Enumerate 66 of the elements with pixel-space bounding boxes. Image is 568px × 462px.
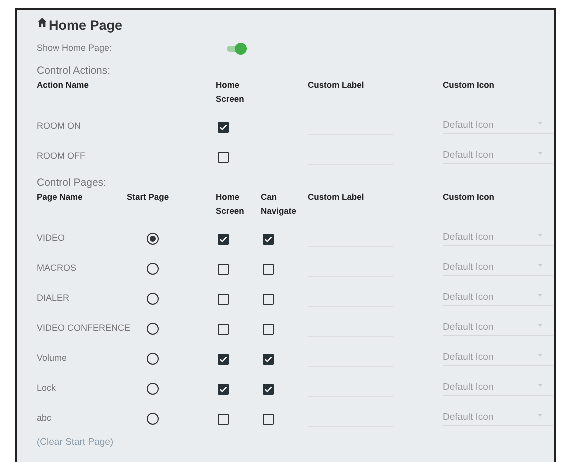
checkbox[interactable]: [263, 324, 274, 334]
clear-start-page-link[interactable]: (Clear Start Page): [37, 436, 114, 450]
row-label: DIALER: [37, 292, 71, 306]
checkbox[interactable]: [218, 414, 229, 424]
checked-checkbox[interactable]: [263, 234, 274, 244]
column-header: Home Screen: [216, 79, 246, 106]
checkbox[interactable]: [263, 264, 274, 274]
row-label: ROOM OFF: [37, 150, 86, 164]
caret-icon: [538, 324, 543, 327]
caret-icon: [538, 152, 543, 155]
radio-button[interactable]: [147, 263, 159, 275]
column-header: Start Page: [127, 191, 170, 204]
caret-icon: [538, 294, 543, 297]
checkbox[interactable]: [263, 414, 274, 424]
checked-checkbox[interactable]: [218, 122, 229, 132]
toggle-switch[interactable]: [227, 43, 247, 55]
column-header: Custom Label: [308, 79, 366, 92]
column-header: Page Name: [37, 191, 84, 204]
checkbox[interactable]: [218, 264, 229, 274]
row-label: MACROS: [37, 262, 78, 276]
column-header: Home Screen: [216, 191, 246, 218]
checkbox[interactable]: [218, 152, 229, 162]
row-label: Volume: [37, 352, 68, 366]
column-header: Custom Icon: [443, 79, 496, 92]
custom-icon-dropdown[interactable]: Default Icon: [443, 112, 553, 134]
row-label: VIDEO: [37, 232, 66, 246]
column-header: Can Navigate: [261, 191, 298, 218]
custom-icon-dropdown[interactable]: Default Icon: [443, 404, 553, 426]
row-label: ROOM ON: [37, 120, 82, 134]
section-heading: Control Actions:: [37, 65, 112, 78]
selected-radio-button[interactable]: [147, 233, 159, 245]
home-icon: [37, 17, 48, 27]
radio-button[interactable]: [147, 413, 159, 425]
radio-button[interactable]: [147, 383, 159, 395]
checked-checkbox[interactable]: [263, 384, 274, 394]
custom-icon-dropdown[interactable]: Default Icon: [443, 344, 553, 366]
caret-icon: [538, 384, 543, 387]
checkbox[interactable]: [218, 324, 229, 334]
toggle-label: Show Home Page:: [37, 42, 114, 56]
column-header: Action Name: [37, 79, 90, 92]
checked-checkbox[interactable]: [218, 354, 229, 364]
page-title: Home Page: [49, 18, 123, 32]
checkbox[interactable]: [263, 294, 274, 304]
radio-button[interactable]: [147, 293, 159, 305]
radio-button[interactable]: [147, 323, 159, 335]
section-heading: Control Pages:: [37, 177, 108, 190]
checked-checkbox[interactable]: [218, 234, 229, 244]
caret-icon: [538, 234, 543, 237]
radio-button[interactable]: [147, 353, 159, 365]
caret-icon: [538, 264, 543, 267]
column-header: Custom Icon: [443, 191, 496, 204]
caret-icon: [538, 354, 543, 357]
custom-icon-dropdown[interactable]: Default Icon: [443, 374, 553, 396]
caret-icon: [538, 122, 543, 125]
row-label: Lock: [37, 382, 58, 396]
custom-icon-dropdown[interactable]: Default Icon: [443, 224, 553, 246]
checked-checkbox[interactable]: [263, 354, 274, 364]
custom-icon-dropdown[interactable]: Default Icon: [443, 142, 553, 164]
custom-icon-dropdown[interactable]: Default Icon: [443, 284, 553, 306]
custom-icon-dropdown[interactable]: Default Icon: [443, 254, 553, 276]
custom-icon-dropdown[interactable]: Default Icon: [443, 314, 553, 336]
caret-icon: [538, 414, 543, 417]
column-header: Custom Label: [308, 191, 366, 204]
checked-checkbox[interactable]: [218, 384, 229, 394]
checkbox[interactable]: [218, 294, 229, 304]
row-label: abc: [37, 412, 53, 426]
